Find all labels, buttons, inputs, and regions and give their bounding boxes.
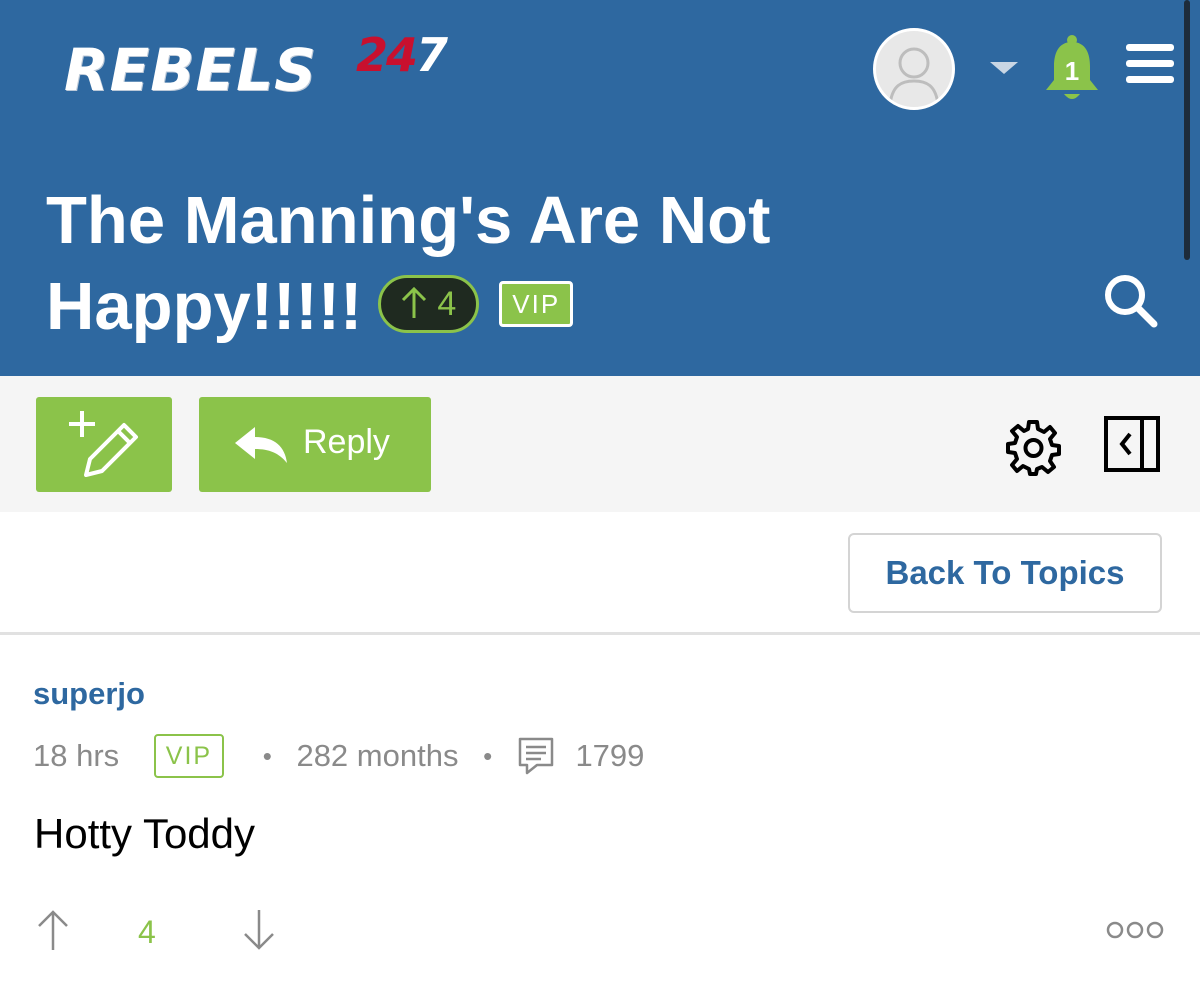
- upvote-button[interactable]: [36, 908, 70, 952]
- post-meta: 18 hrs VIP • 282 months • 1799: [33, 734, 644, 780]
- arrow-up-icon: [402, 287, 427, 319]
- upvote-badge[interactable]: 4: [378, 275, 480, 334]
- post-time: 18 hrs: [33, 738, 120, 773]
- separator-dot: •: [483, 740, 493, 771]
- notification-count: 1: [1064, 56, 1080, 86]
- user-silhouette-icon: [888, 47, 940, 106]
- author-vip-badge: VIP: [153, 734, 225, 778]
- upvote-count: 4: [437, 285, 457, 324]
- comment-icon: [518, 737, 554, 775]
- gear-icon: [1006, 420, 1061, 476]
- settings-button[interactable]: [1004, 418, 1062, 476]
- site-logo[interactable]: REBELS 247: [64, 28, 484, 104]
- divider: [0, 632, 1200, 635]
- vip-badge: VIP: [499, 281, 574, 328]
- vote-count: 4: [138, 914, 156, 950]
- new-topic-button[interactable]: [36, 397, 172, 492]
- page-title: The Manning's Are Not Happy!!!!! 4 VIP: [46, 178, 1086, 350]
- sidebar-collapse-icon: [1104, 416, 1160, 472]
- member-duration: 282 months: [296, 738, 459, 773]
- logo-wordmark: REBELS: [64, 36, 317, 104]
- reply-label: Reply: [303, 423, 390, 461]
- more-options-icon[interactable]: [1106, 918, 1164, 942]
- toggle-sidebar-button[interactable]: [1104, 416, 1160, 472]
- reply-button[interactable]: Reply: [199, 397, 431, 492]
- caret-down-icon[interactable]: [990, 62, 1018, 74]
- notifications-button[interactable]: 1: [1040, 34, 1104, 104]
- downvote-button[interactable]: [242, 908, 276, 952]
- separator-dot: •: [262, 740, 272, 771]
- hamburger-menu-icon[interactable]: [1126, 44, 1174, 84]
- search-icon: [1105, 275, 1158, 328]
- back-to-topics-button[interactable]: Back To Topics: [848, 533, 1162, 613]
- pencil-plus-icon: [69, 411, 138, 477]
- search-button[interactable]: [1100, 270, 1160, 330]
- post-count: 1799: [575, 738, 645, 773]
- reply-arrow-icon: [235, 427, 287, 463]
- post-author[interactable]: superjo: [33, 676, 145, 712]
- post-body: Hotty Toddy: [34, 810, 256, 857]
- site-header: REBELS 247 1 The Manning's Are Not Happy…: [0, 0, 1200, 376]
- logo-number: 247: [356, 28, 448, 82]
- scrollbar[interactable]: [1184, 0, 1190, 260]
- thread-toolbar: Reply: [0, 376, 1200, 512]
- user-avatar[interactable]: [873, 28, 955, 110]
